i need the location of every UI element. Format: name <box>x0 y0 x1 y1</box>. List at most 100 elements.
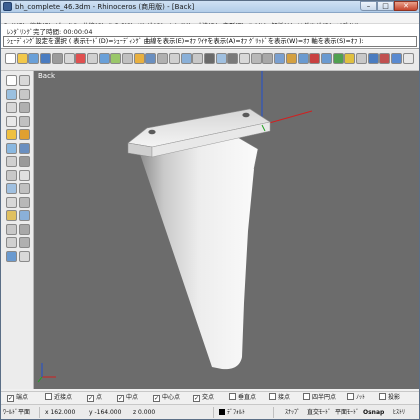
osnap-checkbox[interactable]: ✓ <box>87 395 94 402</box>
toolbar-icon[interactable] <box>145 53 157 64</box>
osnap-toggle[interactable]: Osnap <box>363 408 384 417</box>
sidebar-tool-icon[interactable] <box>19 223 30 235</box>
osnap-checkbox[interactable]: ✓ <box>193 395 200 402</box>
sidebar-tool-icon[interactable] <box>6 75 17 86</box>
toolbar-icon[interactable] <box>86 53 98 64</box>
osnap-option[interactable]: 近接点 <box>45 393 72 402</box>
toolbar-icon[interactable] <box>28 53 40 64</box>
sidebar-tool-icon[interactable] <box>6 142 17 154</box>
toolbar-icon[interactable] <box>239 53 250 64</box>
osnap-option[interactable]: ✓ 端点 <box>7 393 28 402</box>
sidebar-tool-icon[interactable] <box>19 75 30 86</box>
toolbar-icon[interactable] <box>5 53 16 64</box>
maximize-button[interactable]: □ <box>377 1 394 11</box>
current-layer[interactable]: ﾃﾞﾌｫﾙﾄ <box>219 408 245 417</box>
viewport-title[interactable]: Back <box>34 71 59 81</box>
toolbar-icon[interactable] <box>63 53 75 64</box>
sidebar-tool-icon[interactable] <box>19 196 30 208</box>
sidebar-tool-icon[interactable] <box>19 88 30 100</box>
osnap-option[interactable]: ﾉｯﾄ <box>347 393 365 402</box>
sidebar-tool-icon[interactable] <box>19 142 30 154</box>
toolbar-icon[interactable] <box>320 53 332 64</box>
sidebar-tool-icon[interactable] <box>6 196 17 208</box>
toolbar-icon[interactable] <box>402 53 414 64</box>
command-prompt[interactable]: ｼｪｰﾃﾞｨﾝｸﾞ設定を選択 ( 表示ﾓｰﾄﾞ(D)=ｼｪｰﾃﾞｨﾝｸﾞ 曲線を… <box>3 36 417 47</box>
viewport-back[interactable]: Back <box>34 71 419 389</box>
sidebar-tool-icon[interactable] <box>19 102 30 113</box>
toolbar-icon[interactable] <box>16 53 28 64</box>
sidebar-tool-icon[interactable] <box>19 237 30 248</box>
osnap-checkbox[interactable] <box>269 393 276 400</box>
osnap-checkbox[interactable] <box>229 393 236 400</box>
toolbar-icon[interactable] <box>391 53 403 64</box>
toolbar-icon[interactable] <box>192 53 204 64</box>
toolbar-icon[interactable] <box>274 53 286 64</box>
snap-toggle[interactable]: ｽﾅｯﾌﾟ <box>285 408 300 417</box>
sidebar-tool-icon[interactable] <box>6 115 17 127</box>
blade-model[interactable] <box>127 108 271 370</box>
sidebar-tool-icon[interactable] <box>6 88 17 100</box>
minimize-button[interactable]: – <box>360 1 377 11</box>
toolbar-icon[interactable] <box>215 53 227 64</box>
sidebar-tool-icon[interactable] <box>6 237 17 248</box>
sidebar-tool-icon[interactable] <box>19 169 30 181</box>
sidebar-tool-icon[interactable] <box>19 129 30 140</box>
toolbar-icon[interactable] <box>40 53 52 64</box>
ortho-toggle[interactable]: 直交ﾓｰﾄﾞ <box>307 408 331 417</box>
osnap-checkbox[interactable] <box>45 393 52 400</box>
sidebar-tool-icon[interactable] <box>19 156 30 167</box>
toolbar-icon[interactable] <box>157 53 169 64</box>
toolbar-icon[interactable] <box>110 53 122 64</box>
sidebar-tool-icon[interactable] <box>19 115 30 127</box>
sidebar-tool-icon[interactable] <box>6 210 17 221</box>
osnap-checkbox[interactable]: ✓ <box>117 395 124 402</box>
osnap-option[interactable]: 投影 <box>379 393 400 402</box>
toolbar-icon[interactable] <box>51 53 63 64</box>
osnap-checkbox[interactable]: ✓ <box>153 395 160 402</box>
toolbar-icon[interactable] <box>297 53 309 64</box>
title-bar[interactable]: bh_complete_46.3dm - Rhinoceros (商用版) - … <box>1 1 419 13</box>
sidebar-tool-icon[interactable] <box>6 102 17 113</box>
close-button[interactable]: ✕ <box>394 1 418 11</box>
toolbar-icon[interactable] <box>379 53 391 64</box>
toolbar-icon[interactable] <box>227 53 239 64</box>
osnap-option[interactable]: ✓ 点 <box>87 393 102 402</box>
toolbar-icon[interactable] <box>332 53 344 64</box>
toolbar-icon[interactable] <box>180 53 192 64</box>
viewport-canvas[interactable] <box>34 71 419 389</box>
osnap-checkbox[interactable]: ✓ <box>7 395 14 402</box>
toolbar-icon[interactable] <box>75 53 87 64</box>
sidebar-tool-icon[interactable] <box>19 250 30 262</box>
osnap-option[interactable]: 四半円点 <box>303 393 336 402</box>
sidebar-tool-icon[interactable] <box>6 250 17 262</box>
osnap-option[interactable]: ✓ 中心点 <box>153 393 180 402</box>
sidebar-tool-icon[interactable] <box>6 169 17 181</box>
cplane-label[interactable]: ﾜｰﾙﾄﾞ平面 <box>3 408 30 417</box>
toolbar-icon[interactable] <box>133 53 145 64</box>
osnap-option[interactable]: ✓ 中点 <box>117 393 138 402</box>
toolbar-icon[interactable] <box>98 53 110 64</box>
toolbar-icon[interactable] <box>250 53 262 64</box>
history-toggle[interactable]: ﾋｽﾄﾘ <box>393 408 405 417</box>
osnap-option[interactable]: ✓ 交点 <box>193 393 214 402</box>
sidebar-tool-icon[interactable] <box>6 156 17 167</box>
toolbar-icon[interactable] <box>344 53 356 64</box>
sidebar-tool-icon[interactable] <box>6 223 17 235</box>
toolbar-icon[interactable] <box>367 53 379 64</box>
osnap-checkbox[interactable] <box>303 393 310 400</box>
sidebar-tool-icon[interactable] <box>6 129 17 140</box>
osnap-checkbox[interactable] <box>347 393 354 400</box>
sidebar-tool-icon[interactable] <box>6 183 17 194</box>
osnap-option[interactable]: 垂直点 <box>229 393 256 402</box>
sidebar-tool-icon[interactable] <box>19 210 30 221</box>
toolbar-icon[interactable] <box>203 53 215 64</box>
toolbar-icon[interactable] <box>122 53 133 64</box>
toolbar-icon[interactable] <box>309 53 321 64</box>
sidebar-tool-icon[interactable] <box>19 183 30 194</box>
toolbar-icon[interactable] <box>356 53 367 64</box>
osnap-option[interactable]: 接点 <box>269 393 290 402</box>
toolbar-icon[interactable] <box>262 53 274 64</box>
toolbar-icon[interactable] <box>168 53 180 64</box>
planar-toggle[interactable]: 平面ﾓｰﾄﾞ <box>335 408 359 417</box>
osnap-checkbox[interactable] <box>379 393 386 400</box>
